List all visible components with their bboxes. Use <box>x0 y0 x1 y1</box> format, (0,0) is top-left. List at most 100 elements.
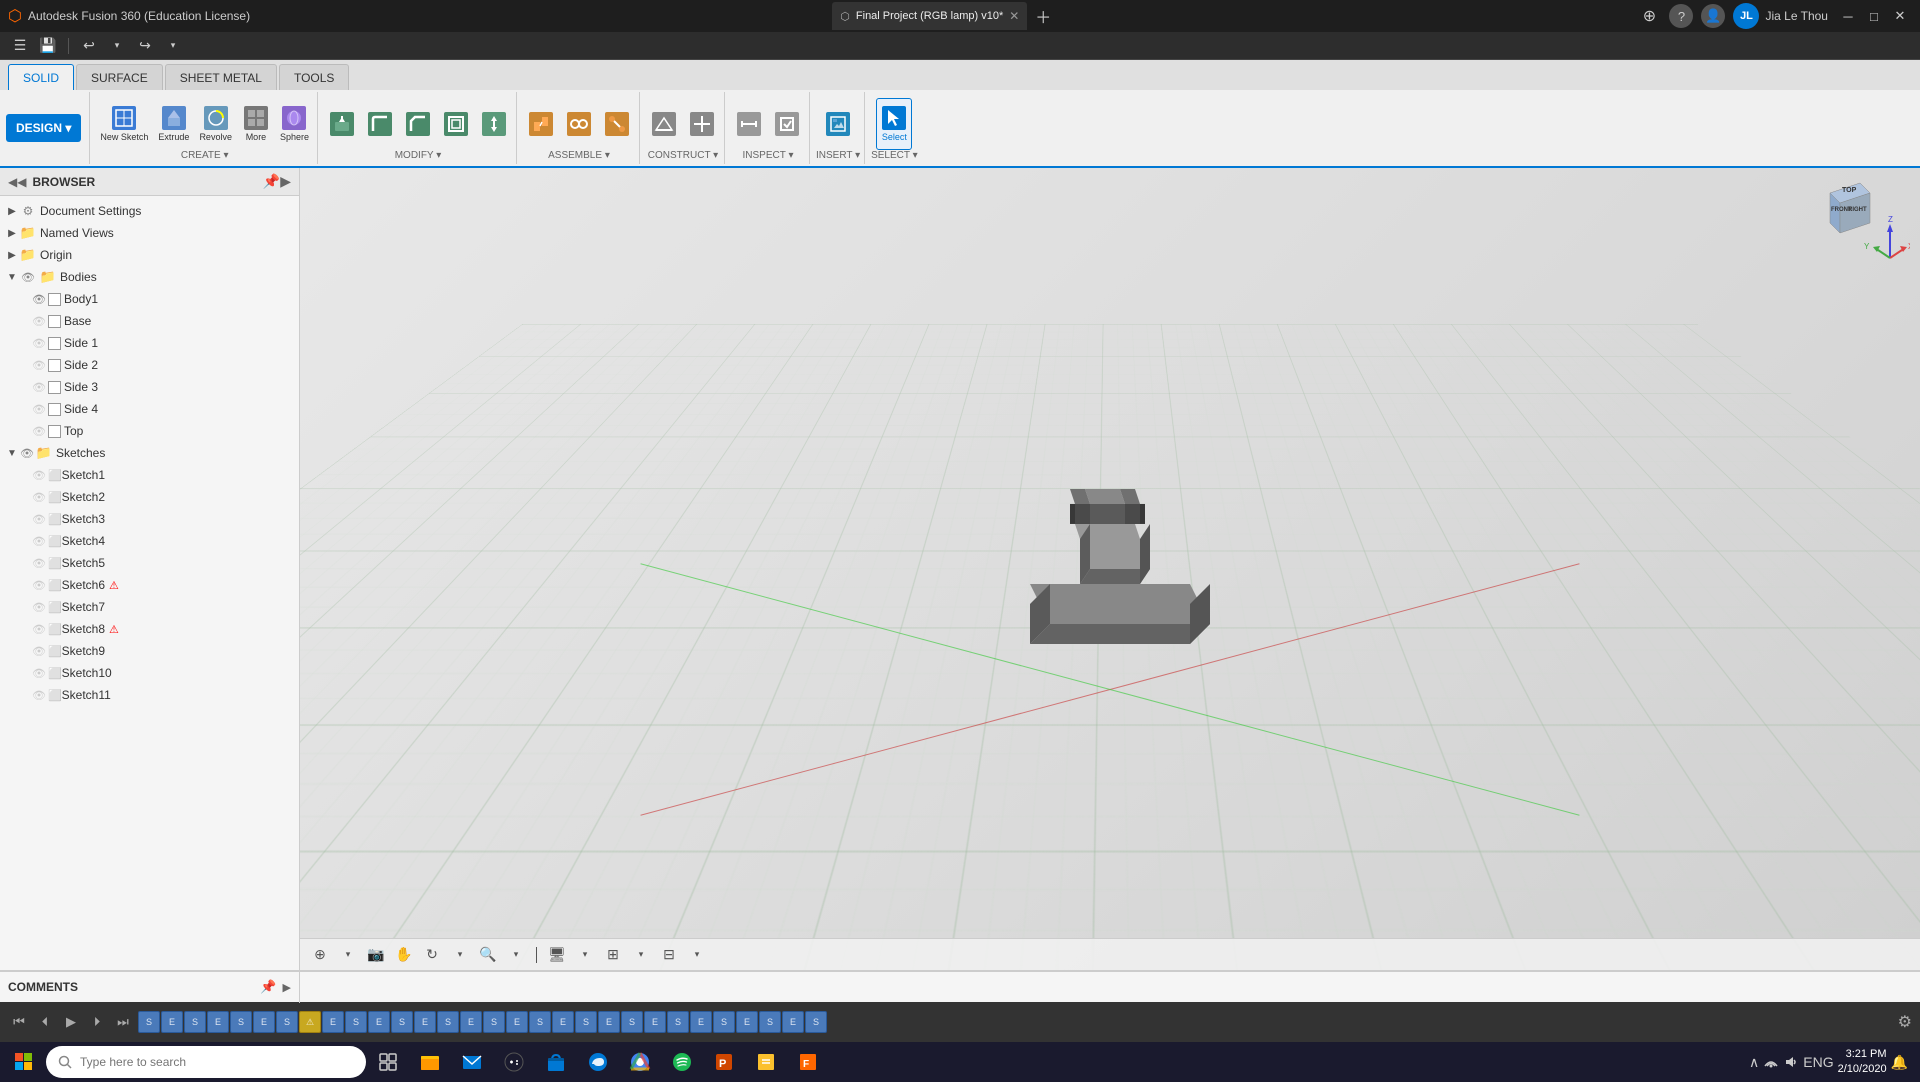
taskbar-task-view[interactable] <box>368 1042 408 1082</box>
taskbar-store[interactable] <box>536 1042 576 1082</box>
timeline-play-button[interactable]: ▶ <box>60 1011 82 1033</box>
move-modify-button[interactable] <box>476 98 512 150</box>
timeline-step-22[interactable]: S <box>621 1011 643 1033</box>
side3-eye[interactable]: 👁 <box>32 381 46 394</box>
tab-tools[interactable]: TOOLS <box>279 64 349 90</box>
search-bar[interactable] <box>46 1046 366 1078</box>
chamfer-button[interactable] <box>400 98 436 150</box>
timeline-step-24[interactable]: S <box>667 1011 689 1033</box>
browser-pin-button[interactable]: 📌 <box>263 173 280 190</box>
base-checkbox[interactable] <box>48 315 61 328</box>
grid-button[interactable]: ⊞ <box>601 943 625 967</box>
origin-expand[interactable]: ▶ <box>4 247 20 263</box>
taskbar-edge[interactable] <box>578 1042 618 1082</box>
tree-item-side1[interactable]: 👁 Side 1 <box>0 332 299 354</box>
sketch5-eye[interactable]: 👁 <box>32 557 46 570</box>
tree-item-bodies[interactable]: ▼ 👁 📁 Bodies <box>0 266 299 288</box>
tree-item-sketch2[interactable]: 👁 ⬜ Sketch2 <box>0 486 299 508</box>
save-button[interactable]: 💾 <box>36 35 60 57</box>
timeline-step-17[interactable]: E <box>506 1011 528 1033</box>
timeline-step-11[interactable]: E <box>368 1011 390 1033</box>
sketch1-eye[interactable]: 👁 <box>32 469 46 482</box>
comments-expand-button[interactable]: ▶ <box>283 981 291 994</box>
top-checkbox[interactable] <box>48 425 61 438</box>
menu-button[interactable]: ☰ <box>8 35 32 57</box>
timeline-step-2[interactable]: E <box>161 1011 183 1033</box>
file-tab[interactable]: ⬡ Final Project (RGB lamp) v10* ✕ <box>832 2 1027 30</box>
notification-button[interactable]: 🔔 <box>1891 1054 1908 1071</box>
tree-item-sketches[interactable]: ▼ 👁 📁 Sketches <box>0 442 299 464</box>
tab-surface[interactable]: SURFACE <box>76 64 163 90</box>
redo-button[interactable]: ↪ <box>133 35 157 57</box>
volume-icon[interactable] <box>1783 1054 1799 1070</box>
sketch10-eye[interactable]: 👁 <box>32 667 46 680</box>
sketch11-eye[interactable]: 👁 <box>32 689 46 702</box>
timeline-step-7[interactable]: S <box>276 1011 298 1033</box>
tree-item-sketch10[interactable]: 👁 ⬜ Sketch10 <box>0 662 299 684</box>
body1-checkbox[interactable] <box>48 293 61 306</box>
tree-item-side2[interactable]: 👁 Side 2 <box>0 354 299 376</box>
measure-button[interactable] <box>731 98 767 150</box>
sketch6-eye[interactable]: 👁 <box>32 579 46 592</box>
file-tab-close-button[interactable]: ✕ <box>1009 9 1019 23</box>
top-eye[interactable]: 👁 <box>32 425 46 438</box>
taskbar-gaming[interactable] <box>494 1042 534 1082</box>
assemble-3-button[interactable] <box>599 98 635 150</box>
taskbar-autodesk[interactable]: F <box>788 1042 828 1082</box>
create-more-button[interactable]: More <box>238 98 274 150</box>
tree-item-doc-settings[interactable]: ▶ ⚙ Document Settings <box>0 200 299 222</box>
side1-checkbox[interactable] <box>48 337 61 350</box>
grid-dropdown[interactable]: ▾ <box>629 943 653 967</box>
extrude-button[interactable]: Extrude <box>154 98 193 150</box>
doc-settings-expand[interactable]: ▶ <box>4 203 20 219</box>
side4-eye[interactable]: 👁 <box>32 403 46 416</box>
timeline-step-29[interactable]: E <box>782 1011 804 1033</box>
tray-show-hidden[interactable]: ∧ <box>1749 1054 1759 1071</box>
zoom-button[interactable]: 🔍 <box>476 943 500 967</box>
tab-sheet-metal[interactable]: SHEET METAL <box>165 64 277 90</box>
network-icon[interactable] <box>1763 1054 1779 1070</box>
base-eye[interactable]: 👁 <box>32 315 46 328</box>
sketch9-eye[interactable]: 👁 <box>32 645 46 658</box>
browser-expand-button[interactable]: ▶ <box>280 173 291 190</box>
clock[interactable]: 3:21 PM 2/10/2020 <box>1838 1047 1887 1078</box>
snap-button[interactable]: ⊕ <box>308 943 332 967</box>
side3-checkbox[interactable] <box>48 381 61 394</box>
orbit-dropdown[interactable]: ▾ <box>448 943 472 967</box>
snap-dropdown[interactable]: ▾ <box>336 943 360 967</box>
sketches-eye[interactable]: 👁 <box>20 447 34 460</box>
timeline-next-button[interactable]: ⏵ <box>86 1011 108 1033</box>
maximize-button[interactable]: □ <box>1862 5 1886 27</box>
view-button[interactable]: ⊟ <box>657 943 681 967</box>
sketch2-eye[interactable]: 👁 <box>32 491 46 504</box>
sketch8-eye[interactable]: 👁 <box>32 623 46 636</box>
sketch3-eye[interactable]: 👁 <box>32 513 46 526</box>
tree-item-top[interactable]: 👁 Top <box>0 420 299 442</box>
revolve-button[interactable]: Revolve <box>195 98 236 150</box>
tree-item-named-views[interactable]: ▶ 📁 Named Views <box>0 222 299 244</box>
timeline-step-19[interactable]: E <box>552 1011 574 1033</box>
timeline-step-3[interactable]: S <box>184 1011 206 1033</box>
tab-solid[interactable]: SOLID <box>8 64 74 90</box>
help-button[interactable]: ? <box>1669 4 1693 28</box>
insert-canvas-button[interactable] <box>820 98 856 150</box>
timeline-step-21[interactable]: E <box>598 1011 620 1033</box>
body1-eye[interactable]: 👁 <box>32 293 46 306</box>
assemble-2-button[interactable] <box>561 98 597 150</box>
redo-dropdown[interactable]: ▾ <box>161 35 185 57</box>
timeline-step-27[interactable]: E <box>736 1011 758 1033</box>
sketch4-eye[interactable]: 👁 <box>32 535 46 548</box>
taskbar-explorer[interactable] <box>410 1042 450 1082</box>
account-button[interactable]: 👤 <box>1701 4 1725 28</box>
tree-item-sketch9[interactable]: 👁 ⬜ Sketch9 <box>0 640 299 662</box>
construct-1-button[interactable] <box>646 98 682 150</box>
taskbar-sticky[interactable] <box>746 1042 786 1082</box>
viewport[interactable]: Z X Y TOP FRONT RIGHT ⊕ ▾ 📷 ✋ <box>300 168 1920 970</box>
taskbar-spotify[interactable] <box>662 1042 702 1082</box>
side2-eye[interactable]: 👁 <box>32 359 46 372</box>
side2-checkbox[interactable] <box>48 359 61 372</box>
timeline-step-8[interactable]: ⚠ <box>299 1011 321 1033</box>
tree-item-base[interactable]: 👁 Base <box>0 310 299 332</box>
close-button[interactable]: ✕ <box>1888 5 1912 27</box>
timeline-step-23[interactable]: E <box>644 1011 666 1033</box>
